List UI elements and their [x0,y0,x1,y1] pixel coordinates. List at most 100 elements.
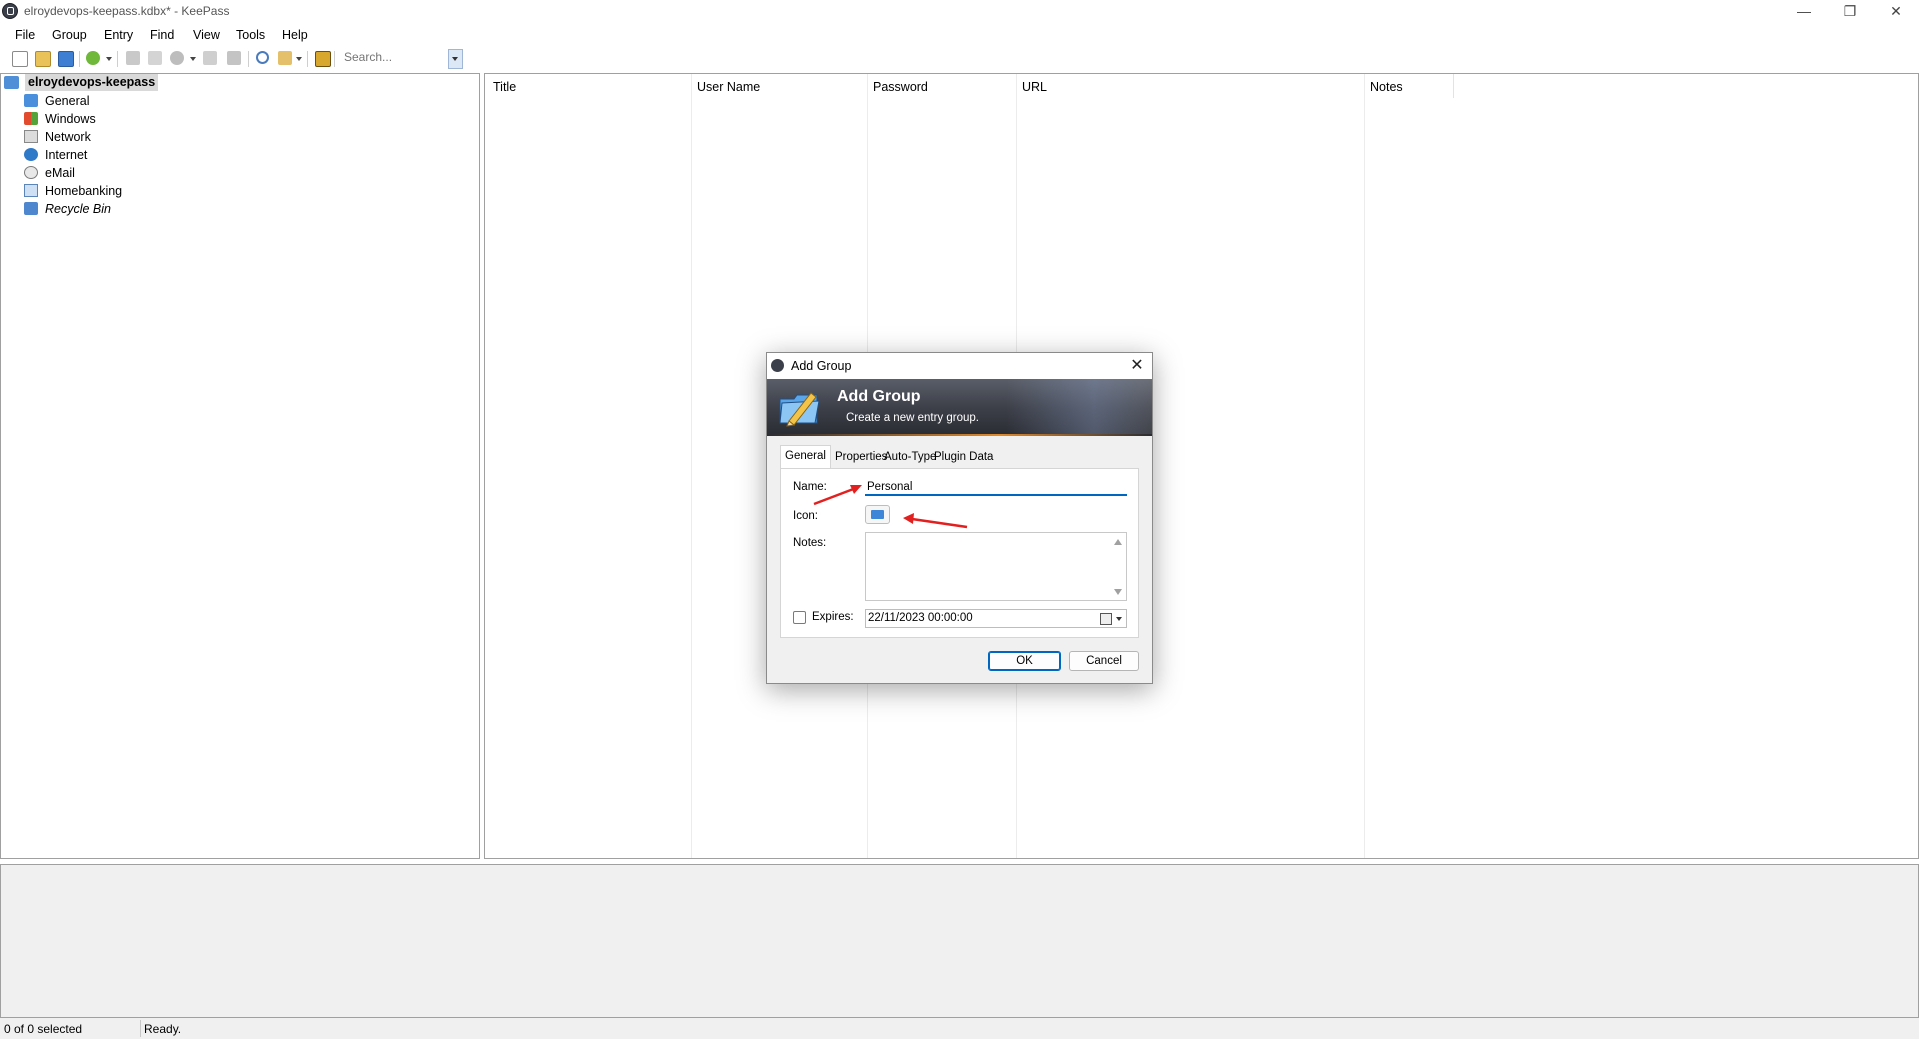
tree-item-label: Homebanking [45,184,123,198]
name-field[interactable] [865,478,1127,496]
save-icon[interactable] [58,51,74,67]
folder-icon [24,94,38,107]
status-message: Ready. [144,1022,182,1036]
notes-field[interactable] [865,532,1127,602]
sync-icon[interactable] [278,51,292,65]
notes-textarea[interactable] [866,533,1114,602]
column-header-url[interactable]: URL [1022,80,1047,94]
duplicate-entry-icon[interactable] [203,51,217,65]
menu-bar: File Group Entry Find View Tools Help [0,24,1919,46]
toolbar-separator [117,51,118,67]
scroll-up-icon[interactable] [1114,539,1122,545]
entry-preview-panel [0,864,1919,1018]
expires-date-value: 22/11/2023 00:00:00 [868,612,973,624]
window-title: elroydevops-keepass.kdbx* - KeePass [24,4,230,18]
column-header-password[interactable]: Password [873,80,928,94]
status-selection-count: 0 of 0 selected [4,1022,83,1036]
add-entry-icon[interactable] [86,51,100,65]
column-header-title[interactable]: Title [493,80,516,94]
expires-checkbox[interactable] [793,611,806,624]
menu-group[interactable]: Group [52,28,87,42]
toolbar-separator [248,51,249,67]
toolbar-separator [334,51,335,67]
open-url-icon[interactable] [170,51,184,65]
column-header-username[interactable]: User Name [697,80,760,94]
expires-label: Expires: [812,611,854,623]
percent-icon [24,184,38,197]
search-input[interactable] [340,48,460,66]
ok-button[interactable]: OK [988,651,1061,671]
globe-icon [24,148,38,161]
dialog-title: Add Group [791,359,852,373]
tree-item-label: Internet [45,148,88,162]
column-divider [1453,74,1454,98]
open-database-icon[interactable] [35,51,51,67]
chevron-down-icon[interactable] [296,57,302,61]
cancel-button[interactable]: Cancel [1069,651,1139,671]
chevron-down-icon[interactable] [1116,617,1122,621]
menu-file[interactable]: File [15,28,35,42]
menu-entry[interactable]: Entry [104,28,133,42]
recycle-bin-icon [24,202,38,215]
chevron-down-icon[interactable] [190,57,196,61]
column-divider [1364,74,1365,858]
icon-picker-button[interactable] [865,505,890,524]
perform-autotype-icon[interactable] [227,51,241,65]
email-icon [24,166,38,179]
tree-item-label: Windows [45,112,96,126]
calendar-icon[interactable] [1100,613,1112,625]
toolbar-separator [79,51,80,67]
toolbar-separator [307,51,308,67]
database-folder-icon [4,76,19,89]
keepass-dialog-icon [771,359,784,372]
new-database-icon[interactable] [12,51,28,67]
expires-date-picker[interactable]: 22/11/2023 00:00:00 [865,609,1127,628]
windows-icon [24,112,38,125]
icon-label: Icon: [793,510,818,522]
window-titlebar: elroydevops-keepass.kdbx* - KeePass — ❐ … [0,0,1919,24]
menu-find[interactable]: Find [150,28,174,42]
banner-decoration [1007,379,1152,436]
restore-button[interactable]: ❐ [1827,0,1873,22]
lock-icon[interactable] [315,51,331,67]
menu-view[interactable]: View [193,28,220,42]
search-dropdown-button[interactable] [448,49,463,69]
tree-item-label: eMail [45,166,75,180]
tab-plugin-data[interactable]: Plugin Data [930,447,997,467]
banner-subtitle: Create a new entry group. [846,412,979,424]
tree-item-label: Network [45,130,91,144]
banner-accent-line [767,434,1152,436]
chevron-down-icon[interactable] [106,57,112,61]
dialog-close-button[interactable]: ✕ [1126,355,1148,377]
tab-general[interactable]: General [780,445,831,468]
add-group-dialog: Add Group ✕ Add Group Create a new entry… [766,352,1153,684]
dialog-titlebar: Add Group ✕ [767,353,1152,379]
status-bar: 0 of 0 selected Ready. [0,1018,1919,1039]
name-input[interactable] [865,480,1119,494]
tree-item-label: General [45,94,90,108]
folder-pencil-icon [779,392,820,427]
search-field[interactable] [340,48,460,68]
network-icon [24,130,38,143]
minimize-button[interactable]: — [1781,0,1827,22]
column-header-notes[interactable]: Notes [1370,80,1403,94]
scroll-down-icon[interactable] [1114,589,1122,595]
copy-password-icon[interactable] [148,51,162,65]
name-label: Name: [793,481,827,493]
status-separator [140,1020,141,1037]
folder-icon [871,510,884,519]
banner-title: Add Group [837,388,921,405]
dialog-banner: Add Group Create a new entry group. [767,379,1152,436]
column-divider [691,74,692,858]
menu-help[interactable]: Help [282,28,308,42]
toolbar [0,46,1919,72]
keepass-app-icon [2,3,18,19]
find-icon[interactable] [256,51,269,64]
close-window-button[interactable]: ✕ [1873,0,1919,22]
tree-item-label: Recycle Bin [45,202,111,216]
tree-root-label: elroydevops-keepass [25,74,159,91]
entry-list-panel: Title User Name Password URL Notes [484,73,1919,859]
menu-tools[interactable]: Tools [236,28,265,42]
notes-label: Notes: [793,537,827,549]
copy-username-icon[interactable] [126,51,140,65]
